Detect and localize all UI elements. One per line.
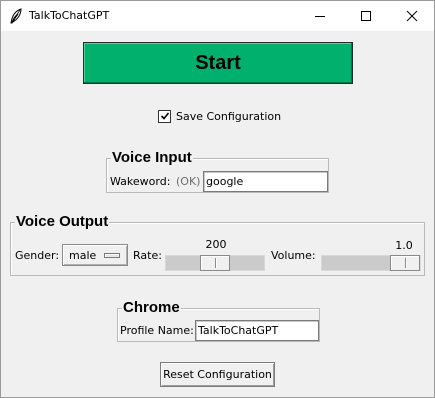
volume-label: Volume:	[271, 249, 316, 262]
wakeword-label: Wakeword:	[110, 175, 171, 188]
start-button[interactable]: Start	[83, 42, 353, 84]
close-button[interactable]	[389, 1, 434, 31]
volume-slider-thumb[interactable]	[390, 255, 420, 271]
wakeword-status: (OK)	[176, 175, 201, 188]
app-window: TalkToChatGPT Start Save Configuration V…	[0, 0, 435, 398]
reset-configuration-button[interactable]: Reset Configuration	[160, 362, 275, 387]
save-configuration-label: Save Configuration	[176, 109, 282, 123]
volume-value: 1.0	[395, 239, 413, 252]
rate-value: 200	[205, 238, 227, 251]
gender-select-value: male	[69, 249, 97, 262]
voice-input-group: Voice Input Wakeword: (OK) google	[106, 150, 329, 193]
save-configuration-toggle[interactable]: Save Configuration	[158, 109, 281, 123]
dropdown-indicator-icon	[104, 253, 120, 258]
gender-select[interactable]: male	[62, 244, 128, 266]
minimize-icon	[314, 16, 325, 17]
voice-input-legend: Voice Input	[111, 149, 193, 166]
checkmark-icon	[160, 112, 169, 120]
wakeword-input[interactable]: google	[203, 171, 328, 192]
title-bar[interactable]: TalkToChatGPT	[1, 1, 434, 31]
profile-name-input[interactable]: TalkToChatGPT	[195, 320, 319, 341]
chrome-group: Chrome Profile Name: TalkToChatGPT	[117, 300, 320, 342]
window-title: TalkToChatGPT	[29, 9, 110, 22]
gender-label: Gender:	[15, 249, 60, 262]
maximize-icon	[360, 11, 371, 21]
rate-slider-thumb[interactable]	[200, 255, 230, 271]
profile-name-label: Profile Name:	[120, 324, 194, 337]
minimize-button[interactable]	[297, 1, 342, 31]
rate-label: Rate:	[133, 249, 162, 262]
voice-output-group: Voice Output Gender: male Rate: 200 Volu…	[10, 214, 425, 276]
volume-slider[interactable]	[321, 255, 421, 271]
chrome-legend: Chrome	[122, 299, 181, 316]
save-configuration-checkbox[interactable]	[158, 109, 171, 123]
rate-slider[interactable]	[165, 255, 265, 271]
maximize-button[interactable]	[343, 1, 388, 31]
feather-icon	[9, 8, 23, 24]
close-icon	[406, 10, 417, 22]
voice-output-legend: Voice Output	[15, 213, 110, 230]
